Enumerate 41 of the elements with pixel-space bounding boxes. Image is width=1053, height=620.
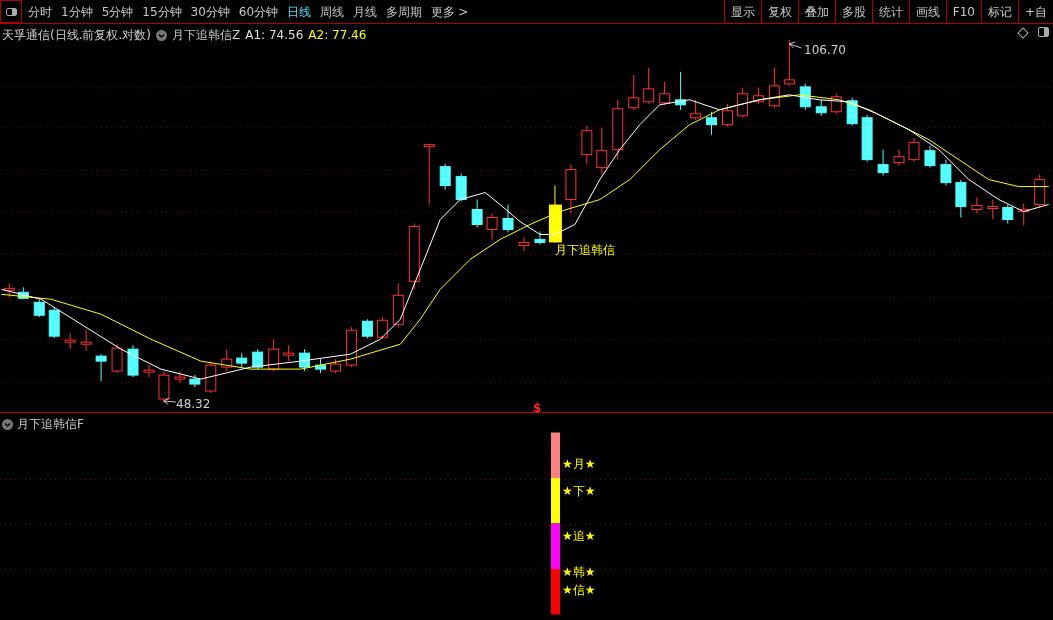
tool-button[interactable]: 显示 — [723, 0, 761, 23]
leader-line — [788, 41, 802, 49]
leader-line — [163, 397, 177, 405]
period-tab[interactable]: 周线 — [320, 2, 345, 21]
low-price-label: 48.32 — [176, 396, 211, 413]
period-tab[interactable]: 60分钟 — [238, 2, 279, 21]
indicator-name: 月下追韩信Z — [172, 27, 241, 44]
dropdown-icon[interactable] — [156, 29, 167, 41]
stock-title: 天孚通信(日线.前复权.对数) — [2, 27, 151, 44]
star-label: ★追★ — [562, 530, 596, 542]
period-tab[interactable]: 1分钟 — [61, 2, 93, 21]
signal-label: 月下追韩信 — [555, 242, 615, 259]
a1-value: A1: 74.56 — [245, 27, 304, 44]
tool-button[interactable]: F10 — [945, 0, 981, 23]
period-tab[interactable]: 30分钟 — [190, 2, 230, 21]
tool-button[interactable]: 标记 — [980, 0, 1018, 23]
tool-button[interactable]: 画线 — [908, 0, 946, 23]
tool-button[interactable]: 叠加 — [797, 0, 835, 23]
tool-button[interactable]: 多股 — [834, 0, 872, 23]
dropdown-icon[interactable] — [2, 418, 13, 430]
panel-toggle-icon[interactable] — [0, 0, 22, 23]
period-tab[interactable]: 分时 — [28, 2, 52, 21]
more-button[interactable]: 更多 > — [431, 2, 469, 21]
tool-button[interactable]: +自 — [1017, 0, 1053, 23]
indicator-name: 月下追韩信F — [17, 416, 84, 433]
period-tab[interactable]: 月线 — [353, 2, 378, 21]
high-price-label: 106.70 — [804, 42, 846, 59]
panel-toggle-icon[interactable] — [1038, 27, 1049, 37]
tool-button[interactable]: 统计 — [871, 0, 909, 23]
tool-button[interactable]: 复权 — [760, 0, 798, 23]
star-label: ★信★ — [562, 584, 596, 596]
period-tab[interactable]: 15分钟 — [142, 2, 182, 21]
a2-value: A2: 77.46 — [308, 27, 367, 44]
period-tab[interactable]: 日线 — [287, 2, 312, 21]
period-tab[interactable]: 5分钟 — [101, 2, 134, 21]
star-label: ★韩★ — [562, 566, 596, 578]
star-label: ★月★ — [562, 458, 596, 470]
period-tab[interactable]: 多周期 — [386, 2, 423, 21]
star-label: ★下★ — [562, 485, 596, 497]
signal-candle — [548, 185, 562, 243]
signal-marker: $ — [533, 400, 542, 417]
